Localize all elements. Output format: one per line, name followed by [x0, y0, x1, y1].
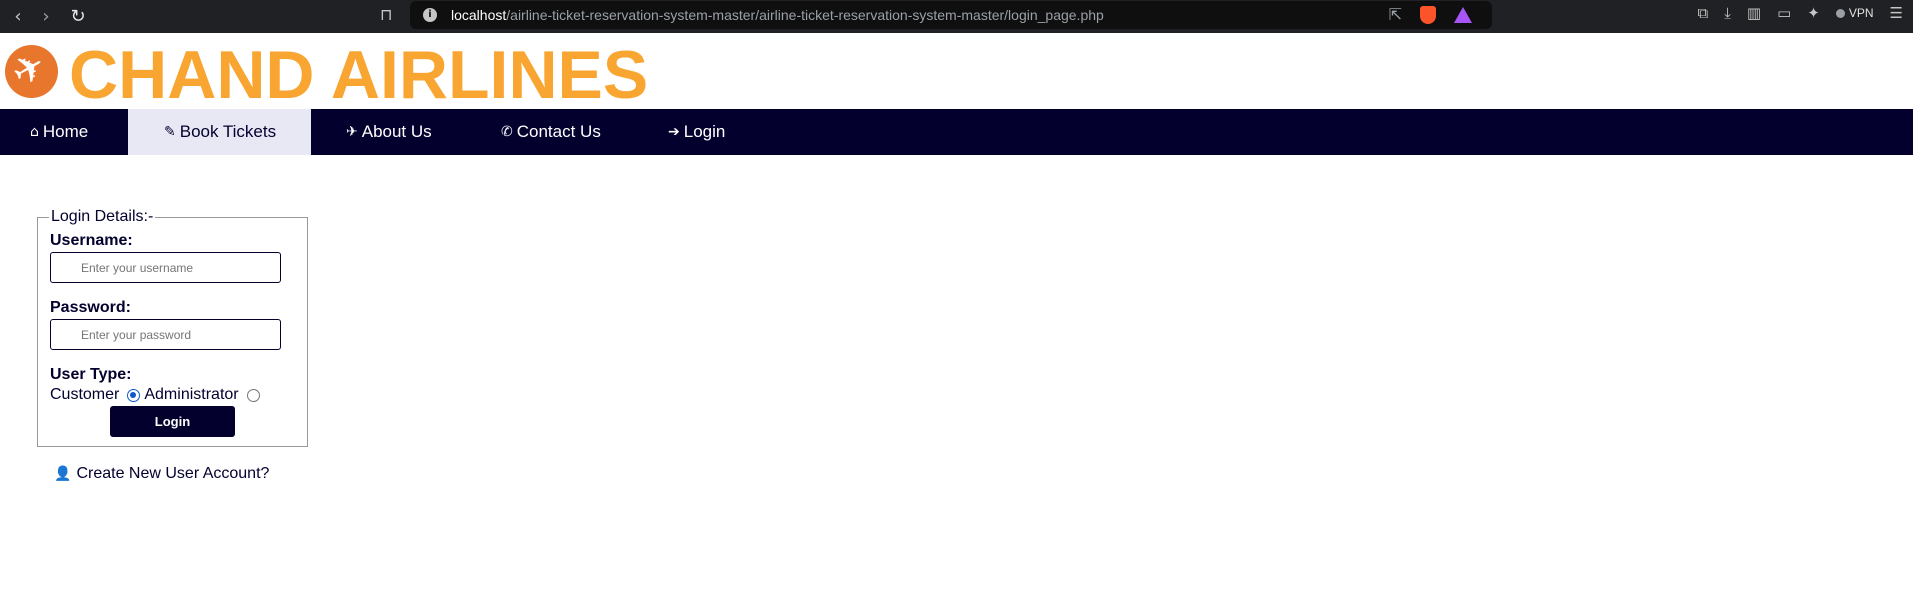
back-icon[interactable]: ‹: [4, 6, 32, 27]
admin-radio[interactable]: [246, 388, 260, 402]
extensions-icon[interactable]: ⧉: [1698, 4, 1709, 22]
login-button[interactable]: Login: [110, 406, 235, 437]
user-type-label: User Type:: [50, 366, 132, 383]
brave-shields-icon[interactable]: [1420, 5, 1436, 24]
login-fieldset: Login Details:- Username: Enter your use…: [37, 208, 308, 447]
url-host: localhost: [451, 7, 507, 23]
plane-icon: ✈: [346, 124, 358, 140]
brand-title: CHAND AIRLINES: [69, 37, 649, 113]
sign-in-icon: ➔: [668, 124, 680, 140]
create-account-label: Create New User Account?: [76, 465, 270, 482]
user-type-options: Customer Administrator: [50, 386, 264, 404]
customer-option-label: Customer: [50, 386, 120, 403]
nav-login[interactable]: ➔ Login: [631, 109, 771, 155]
reload-icon[interactable]: ↻: [64, 6, 92, 27]
leo-ai-icon[interactable]: ✦: [1807, 4, 1820, 22]
admin-option-label: Administrator: [144, 386, 239, 403]
nav-home[interactable]: ⌂ Home: [0, 109, 128, 155]
user-plus-icon: 👤: [54, 466, 72, 482]
share-icon[interactable]: ⇱: [1389, 5, 1402, 24]
ticket-icon: ✎: [164, 124, 176, 140]
url-path: /airline-ticket-reservation-system-maste…: [506, 7, 1104, 23]
username-label: Username:: [50, 232, 133, 249]
downloads-icon[interactable]: ⤓: [1724, 4, 1731, 22]
main-nav: ⌂ Home ✎ Book Tickets ✈ About Us ✆ Conta…: [0, 109, 1913, 155]
nav-login-label: Login: [683, 122, 726, 141]
nav-book-tickets-label: Book Tickets: [179, 122, 277, 141]
brave-rewards-icon[interactable]: [1454, 6, 1472, 23]
site-info-icon[interactable]: i: [423, 8, 437, 22]
login-legend: Login Details:-: [49, 208, 156, 226]
vpn-label: VPN: [1848, 6, 1874, 20]
bookmark-icon[interactable]: ⊓: [380, 5, 392, 24]
menu-icon[interactable]: ☰: [1890, 4, 1903, 22]
nav-about-us-label: About Us: [361, 122, 432, 141]
username-placeholder: Enter your username: [81, 260, 194, 275]
nav-book-tickets[interactable]: ✎ Book Tickets: [128, 109, 311, 155]
create-account-link[interactable]: 👤 Create New User Account?: [54, 465, 269, 483]
sidebar-icon[interactable]: ▥: [1747, 4, 1761, 22]
password-placeholder: Enter your password: [81, 327, 192, 342]
nav-contact-us-label: Contact Us: [516, 122, 601, 141]
address-bar[interactable]: i localhost/airline-ticket-reservation-s…: [410, 1, 1492, 29]
nav-home-label: Home: [42, 122, 89, 141]
wallet-icon[interactable]: ▭: [1777, 4, 1791, 22]
nav-about-us[interactable]: ✈ About Us: [311, 109, 466, 155]
password-label: Password:: [50, 299, 131, 316]
nav-contact-us[interactable]: ✆ Contact Us: [466, 109, 631, 155]
site-header: ✈ CHAND AIRLINES: [0, 33, 1913, 113]
forward-icon[interactable]: ›: [32, 6, 60, 27]
browser-toolbar: ‹ › ↻ ⊓ i localhost/airline-ticket-reser…: [0, 0, 1913, 33]
airline-logo-icon: ✈: [5, 45, 58, 98]
url-text: localhost/airline-ticket-reservation-sys…: [451, 7, 1104, 23]
password-input[interactable]: Enter your password: [50, 319, 281, 350]
username-input[interactable]: Enter your username: [50, 252, 281, 283]
vpn-status-icon: [1835, 8, 1845, 18]
vpn-button[interactable]: VPN: [1835, 6, 1874, 20]
home-icon: ⌂: [30, 124, 39, 140]
customer-radio[interactable]: [127, 388, 141, 402]
phone-icon: ✆: [501, 124, 513, 140]
